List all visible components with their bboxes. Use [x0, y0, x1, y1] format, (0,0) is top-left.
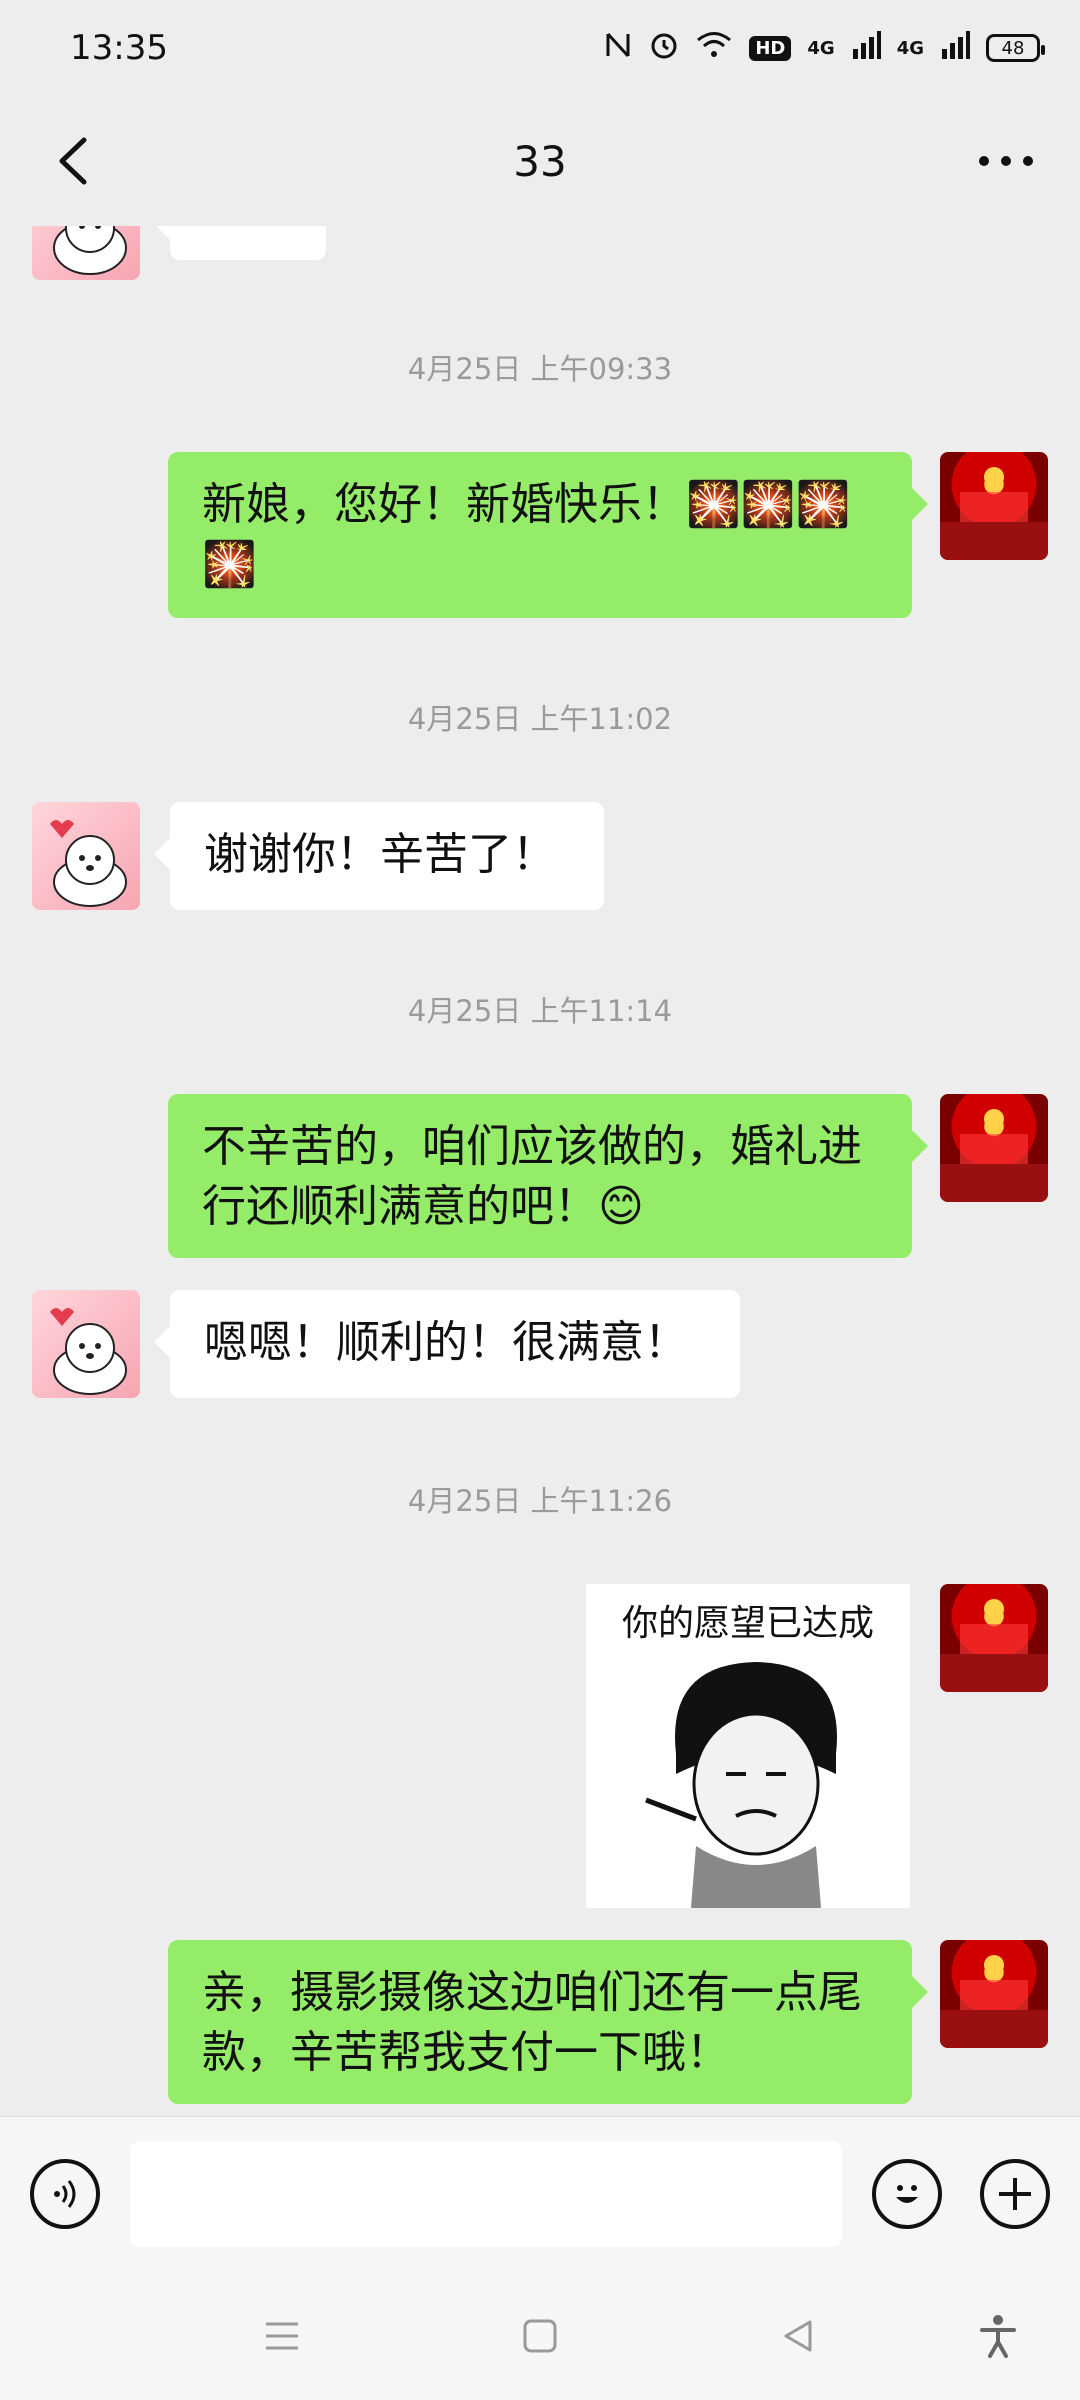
menu-button[interactable] — [252, 2306, 312, 2366]
accessibility-icon — [980, 2315, 1016, 2358]
emoji-icon — [896, 2185, 918, 2203]
avatar-bride[interactable] — [32, 1290, 140, 1398]
accessibility-button[interactable] — [968, 2306, 1028, 2366]
message-bubble[interactable]: 亲，摄影摄像这边咱们还有一点尾款，辛苦帮我支付一下哦！ — [168, 1940, 928, 2104]
avatar-bride[interactable] — [32, 802, 140, 910]
nfc-icon — [603, 30, 633, 67]
battery-icon: 48 — [986, 34, 1045, 62]
meme-face-icon — [645, 1662, 837, 1908]
chat-header: 33 — [0, 96, 1080, 226]
message-list[interactable]: 谢谢 4月25日 上午09:33 新娘，您好！新婚快乐！🎇🎇🎇🎇 4月25日 上… — [0, 226, 1080, 2116]
status-icons: HD 4G 4G 48 — [603, 30, 1045, 67]
avatar-self[interactable] — [940, 1094, 1048, 1202]
status-bar: 13:35 HD 4G 4G 48 — [0, 0, 1080, 96]
message-text: 新娘，您好！新婚快乐！🎇🎇🎇🎇 — [202, 479, 851, 590]
message-bubble[interactable]: 谢谢你！辛苦了！ — [154, 802, 604, 910]
message-bubble[interactable]: 嗯嗯！顺利的！很满意！ — [154, 1290, 740, 1398]
message-input[interactable] — [130, 2141, 842, 2247]
wifi-icon — [695, 30, 733, 67]
more-icon — [979, 156, 1033, 166]
avatar-self[interactable] — [940, 1584, 1048, 1692]
back-button[interactable] — [34, 121, 114, 201]
back-arrow-icon — [59, 137, 87, 185]
signal-2-label: 4G — [896, 37, 924, 59]
message-text: 谢谢 — [204, 226, 292, 230]
back-nav-button[interactable] — [768, 2306, 828, 2366]
timestamp: 4月25日 上午09:33 — [407, 352, 673, 386]
system-navigation-bar — [0, 2280, 1080, 2400]
signal-1-label: 4G — [807, 37, 835, 59]
plus-button[interactable] — [980, 2159, 1050, 2229]
sticker-message[interactable]: 你的愿望已达成 — [586, 1584, 910, 1908]
timestamp: 4月25日 上午11:26 — [407, 1484, 673, 1518]
voice-icon — [54, 2180, 76, 2208]
emoji-button[interactable] — [872, 2159, 942, 2229]
message-text: 亲，摄影摄像这边咱们还有一点尾款，辛苦帮我支付一下哦！ — [202, 1967, 862, 2078]
plus-icon — [999, 2178, 1031, 2210]
message-text: 嗯嗯！顺利的！很满意！ — [204, 1317, 688, 1368]
message-bubble[interactable]: 不辛苦的，咱们应该做的，婚礼进行还顺利满意的吧！😊 — [168, 1094, 928, 1258]
hd-badge: HD — [749, 35, 792, 61]
avatar-self[interactable] — [940, 1940, 1048, 2048]
status-time: 13:35 — [70, 28, 168, 68]
chat-title: 33 — [513, 136, 567, 186]
home-button[interactable] — [510, 2306, 570, 2366]
message-bubble[interactable]: 新娘，您好！新婚快乐！🎇🎇🎇🎇 — [168, 452, 928, 618]
message-bubble[interactable]: 谢谢 — [154, 226, 326, 260]
signal-bars-icon — [851, 30, 881, 66]
input-bar — [0, 2116, 1080, 2281]
timestamp: 4月25日 上午11:02 — [407, 702, 673, 736]
voice-button[interactable] — [30, 2159, 100, 2229]
alarm-icon — [649, 30, 679, 67]
home-icon — [523, 2319, 557, 2353]
menu-icon — [266, 2322, 298, 2350]
message-text: 不辛苦的，咱们应该做的，婚礼进行还顺利满意的吧！😊 — [202, 1121, 862, 1232]
signal-bars-icon — [940, 30, 970, 66]
avatar-bride[interactable] — [32, 226, 140, 280]
message-text: 谢谢你！辛苦了！ — [204, 829, 556, 880]
more-options-button[interactable] — [966, 121, 1046, 201]
timestamp: 4月25日 上午11:14 — [407, 994, 673, 1028]
triangle-back-icon — [784, 2320, 812, 2352]
avatar-self[interactable] — [940, 452, 1048, 560]
